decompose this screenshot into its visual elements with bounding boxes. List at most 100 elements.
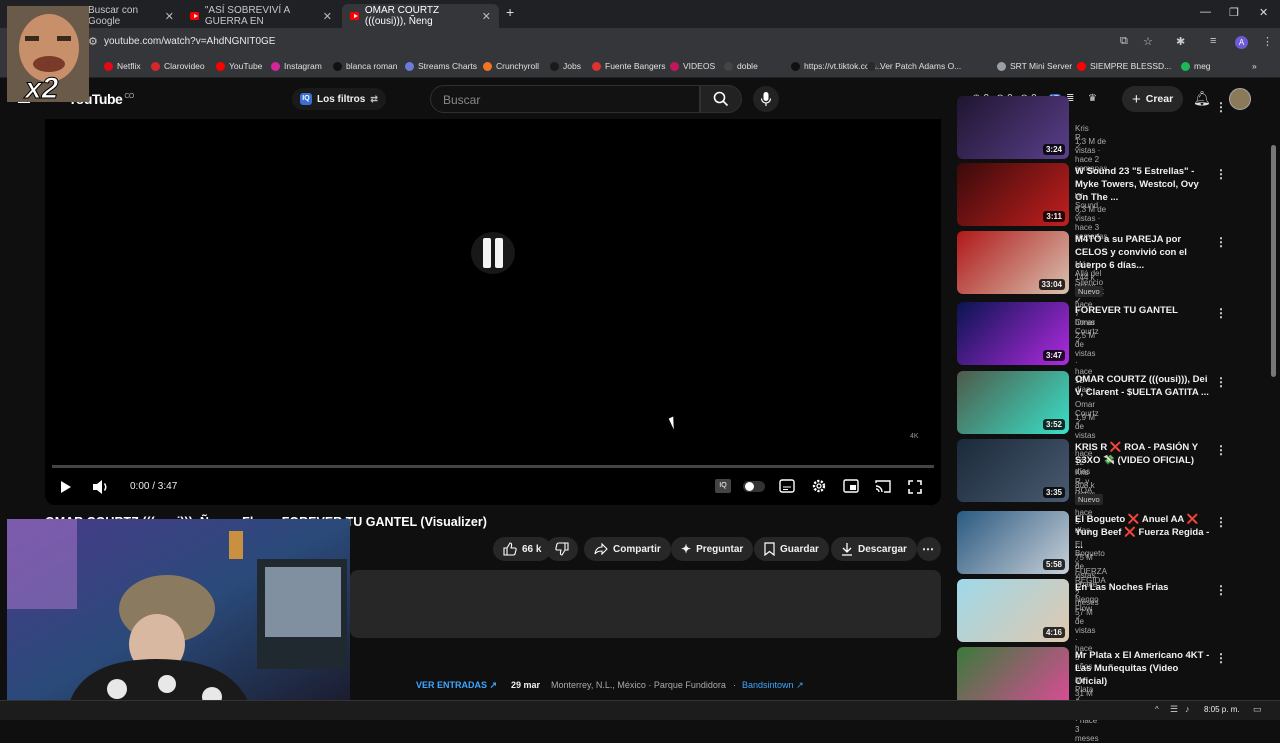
progress-bar[interactable] [52, 465, 934, 468]
video-title[interactable]: En Las Noches Frias [1075, 581, 1211, 594]
site-info-icon[interactable]: ⚙ [88, 35, 98, 48]
video-title[interactable]: Mr Plata x El Americano 4KT - Las Muñequ… [1075, 649, 1211, 688]
reading-list-icon[interactable]: ≡ [1210, 35, 1216, 47]
ask-button[interactable]: ✦ Preguntar [671, 537, 754, 561]
share-label: Compartir [613, 543, 661, 555]
bookmark-item[interactable]: meg [1181, 61, 1211, 71]
cast-icon[interactable]: ⧉ [1120, 35, 1128, 48]
bookmark-item[interactable]: Jobs [550, 61, 581, 71]
bookmark-item[interactable]: blanca roman [333, 61, 398, 71]
tab-omar-courtz[interactable]: OMAR COURTZ (((ousi))), Ñeng ✕ [342, 4, 499, 28]
more-options-icon[interactable]: ⋮ [1215, 583, 1227, 597]
avatar[interactable] [1229, 88, 1251, 110]
bookmark-item[interactable]: Fuente Bangers [592, 61, 665, 71]
search-input[interactable]: Buscar [430, 85, 700, 113]
event-source-link[interactable]: Bandsintown ↗ [742, 680, 804, 691]
video-thumbnail[interactable]: 5:58 [957, 511, 1069, 574]
tab-google[interactable]: Buscar con Google ✕ [80, 4, 182, 28]
video-thumbnail[interactable]: 3:52 [957, 371, 1069, 434]
more-options-icon[interactable]: ⋮ [1215, 651, 1227, 665]
bookmark-item[interactable]: Streams Charts [405, 61, 477, 71]
bookmark-item[interactable]: doble [724, 61, 758, 71]
cast-icon[interactable] [875, 479, 891, 493]
subtitles-icon[interactable] [779, 479, 795, 493]
more-bookmarks-icon[interactable]: » [1252, 61, 1257, 71]
video-thumbnail[interactable]: 3:11 [957, 163, 1069, 226]
close-tab-icon[interactable]: ✕ [482, 10, 491, 23]
menu-icon[interactable]: ⋮ [1262, 35, 1273, 48]
bookmark-item[interactable]: Crunchyroll [483, 61, 539, 71]
external-link-icon: ↗ [796, 680, 804, 690]
bookmarks-bar: Netflix Clarovideo YouTube Instagram blanca … [0, 56, 1280, 78]
video-title[interactable]: FOREVER TU GANTEL [1075, 304, 1211, 317]
notifications-bell-icon[interactable]: 🔔︎ [1193, 90, 1211, 107]
duration-badge: 3:47 [1042, 350, 1065, 361]
play-icon[interactable] [60, 480, 72, 494]
description-box[interactable] [350, 570, 941, 638]
autoplay-toggle[interactable] [743, 481, 765, 492]
bookmark-item[interactable]: SRT Mini Server [997, 61, 1072, 71]
duration-badge: 4:16 [1042, 627, 1065, 638]
more-options-icon[interactable]: ⋮ [1215, 515, 1227, 529]
bookmark-favicon-icon [791, 61, 800, 71]
bookmark-item[interactable]: SIEMPRE BLESSD... [1077, 61, 1171, 71]
more-options-icon[interactable]: ⋮ [1215, 306, 1227, 320]
video-player[interactable]: 4K [45, 119, 941, 505]
wifi-icon[interactable]: ☰ [1170, 704, 1178, 715]
bookmark-item[interactable]: VIDEOS [670, 61, 715, 71]
more-options-icon[interactable]: ⋮ [1215, 100, 1227, 114]
tickets-link[interactable]: VER ENTRADAS ↗ [416, 680, 497, 691]
fullscreen-icon[interactable] [907, 479, 923, 495]
miniplayer-icon[interactable] [843, 479, 859, 493]
trophy-icon[interactable]: ♛ [1088, 93, 1097, 104]
video-thumbnail[interactable]: 3:35 [957, 439, 1069, 502]
create-button[interactable]: + Crear [1122, 86, 1184, 112]
youtube-favicon-icon [350, 12, 359, 20]
filters-button[interactable]: IQ Los filtros ⇄ [292, 88, 386, 110]
more-options-icon[interactable]: ⋮ [1215, 375, 1227, 389]
settings-gear-icon[interactable] [811, 478, 827, 494]
url-field[interactable]: youtube.com/watch?v=AhdNGNIT0GE [104, 36, 275, 47]
close-window-icon[interactable]: ✕ [1259, 6, 1268, 19]
speaker-icon[interactable]: ♪ [1185, 704, 1190, 714]
bookmark-favicon-icon [483, 61, 492, 71]
page-scrollbar[interactable] [1271, 145, 1276, 377]
video-title[interactable]: KRIS R ❌ ROA - PASIÓN Y S3XO 💸 (VIDEO OF… [1075, 441, 1211, 467]
bookmark-star-icon[interactable]: ☆ [1143, 35, 1153, 48]
share-button[interactable]: Compartir [584, 537, 671, 561]
profile-icon[interactable]: A [1235, 36, 1248, 49]
restore-icon[interactable]: ❐ [1229, 6, 1239, 19]
like-button[interactable]: 66 k [493, 537, 552, 561]
bookmark-item[interactable]: Ver Patch Adams O... [867, 61, 961, 71]
bookmark-item[interactable]: Instagram [271, 61, 322, 71]
more-actions-button[interactable]: ⋯ [917, 537, 941, 561]
download-button[interactable]: Descargar [831, 537, 917, 561]
video-thumbnail[interactable]: 3:24 [957, 96, 1069, 159]
extensions-icon[interactable]: ✱ [1176, 35, 1185, 48]
dislike-button[interactable] [546, 537, 578, 561]
close-tab-icon[interactable]: ✕ [165, 10, 174, 23]
new-tab-button[interactable]: + [506, 4, 514, 20]
volume-icon[interactable] [92, 479, 110, 495]
notification-center-icon[interactable]: ▭ [1253, 704, 1262, 715]
bookmark-item[interactable]: YouTube [216, 61, 262, 71]
more-options-icon[interactable]: ⋮ [1215, 235, 1227, 249]
close-tab-icon[interactable]: ✕ [323, 10, 332, 23]
more-options-icon[interactable]: ⋮ [1215, 167, 1227, 181]
minimize-icon[interactable]: — [1200, 6, 1211, 18]
bookmark-item[interactable]: Clarovideo [151, 61, 205, 71]
bookmark-item[interactable]: Netflix [104, 61, 141, 71]
video-title[interactable]: OMAR COURTZ (((ousi))), Dei V, Clarent -… [1075, 373, 1211, 399]
extension-player-icon[interactable]: IQ [715, 479, 731, 493]
video-thumbnail[interactable]: 3:47 [957, 302, 1069, 365]
pause-overlay-icon[interactable] [471, 232, 515, 274]
voice-search-button[interactable] [753, 86, 779, 112]
tab-guerra[interactable]: "ASÍ SOBREVIVÍ A GUERRA EN ✕ [182, 4, 340, 28]
tray-chevron-icon[interactable]: ^ [1155, 705, 1159, 714]
video-thumbnail[interactable]: 33:04 [957, 231, 1069, 294]
save-button[interactable]: Guardar [754, 537, 829, 561]
bookmark-label: Crunchyroll [496, 61, 539, 71]
search-button[interactable] [700, 85, 742, 113]
more-options-icon[interactable]: ⋮ [1215, 443, 1227, 457]
video-thumbnail[interactable]: 4:16 [957, 579, 1069, 642]
